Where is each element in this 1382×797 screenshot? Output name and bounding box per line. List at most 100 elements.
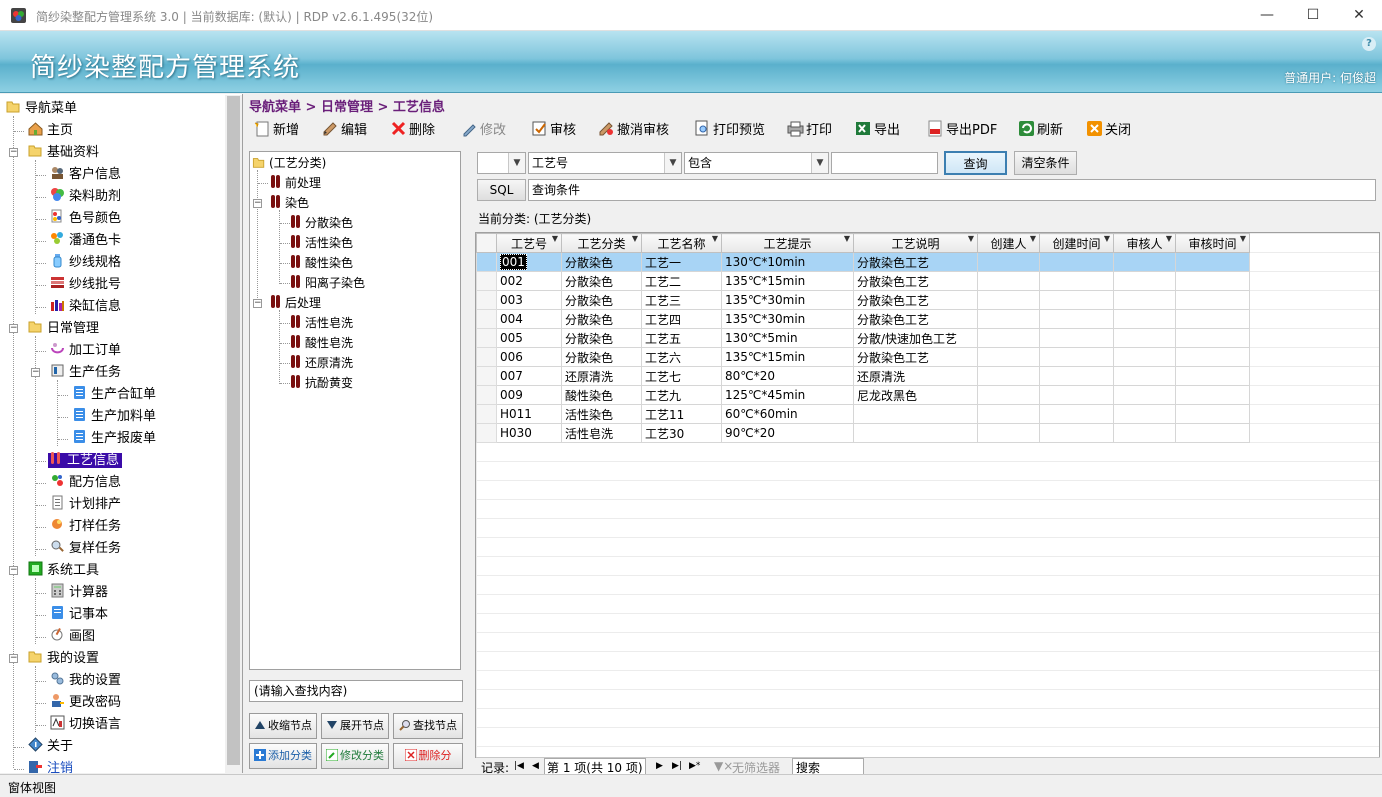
first-record-icon[interactable]: |◀: [514, 761, 524, 771]
table-cell[interactable]: [1039, 423, 1114, 443]
table-cell[interactable]: [1039, 309, 1114, 329]
table-cell[interactable]: 分散染色: [561, 271, 642, 291]
dropdown-icon[interactable]: ▼: [1166, 235, 1172, 244]
add-category-button[interactable]: 添加分类: [249, 743, 317, 769]
unaudit-button[interactable]: 撤消审核: [598, 120, 669, 142]
table-cell[interactable]: [1039, 328, 1114, 348]
table-cell[interactable]: 分散染色工艺: [853, 347, 978, 367]
sql-button[interactable]: SQL: [477, 179, 526, 201]
edit-button[interactable]: 编辑: [322, 120, 367, 142]
table-cell[interactable]: [1113, 252, 1176, 272]
table-cell[interactable]: [977, 328, 1040, 348]
table-cell[interactable]: [1175, 271, 1250, 291]
table-cell[interactable]: [1113, 347, 1176, 367]
table-row[interactable]: 005 分散染色 工艺五 130℃*5min 分散/快速加色工艺: [476, 328, 1250, 348]
nav-item-paint[interactable]: 画图: [50, 626, 95, 648]
dropdown-icon[interactable]: ▼: [1240, 235, 1246, 244]
table-cell[interactable]: [977, 404, 1040, 424]
maximize-button[interactable]: ☐: [1290, 0, 1336, 31]
nav-item-color-codes[interactable]: 色号颜色: [50, 208, 121, 230]
table-cell[interactable]: [1039, 290, 1114, 310]
next-record-icon[interactable]: ▶: [656, 761, 663, 771]
column-header[interactable]: 创建人 ▼: [977, 233, 1040, 253]
audit-button[interactable]: 审核: [531, 120, 576, 142]
row-header[interactable]: [476, 252, 497, 272]
table-cell[interactable]: [1113, 404, 1176, 424]
table-cell[interactable]: [1113, 271, 1176, 291]
modify-button[interactable]: 修改: [461, 120, 506, 142]
table-row[interactable]: 004 分散染色 工艺四 135℃*30min 分散染色工艺: [476, 309, 1250, 329]
nav-item-calculator[interactable]: 计算器: [50, 582, 108, 604]
minimize-button[interactable]: —: [1244, 0, 1290, 31]
category-item[interactable]: 酸性皂洗: [290, 333, 353, 353]
dropdown-icon[interactable]: ▼: [968, 235, 974, 244]
collapse-icon[interactable]: −: [9, 654, 18, 663]
category-item[interactable]: 活性皂洗: [290, 313, 353, 333]
table-cell[interactable]: [977, 252, 1040, 272]
chevron-down-icon[interactable]: ▼: [508, 153, 525, 173]
column-header[interactable]: 工艺号 ▼: [496, 233, 562, 253]
column-header[interactable]: 工艺说明 ▼: [853, 233, 978, 253]
table-cell[interactable]: 工艺七: [641, 366, 722, 386]
table-cell[interactable]: [1175, 309, 1250, 329]
table-row[interactable]: 007 还原清洗 工艺七 80℃*20 还原清洗: [476, 366, 1250, 386]
table-cell[interactable]: 酸性染色: [561, 385, 642, 405]
row-header[interactable]: [476, 423, 497, 443]
table-cell[interactable]: 007: [496, 366, 562, 386]
table-cell[interactable]: 工艺四: [641, 309, 722, 329]
table-cell[interactable]: 活性皂洗: [561, 423, 642, 443]
table-cell[interactable]: 分散染色: [561, 290, 642, 310]
table-cell[interactable]: [853, 423, 978, 443]
column-header[interactable]: 审核时间 ▼: [1175, 233, 1250, 253]
category-item[interactable]: 分散染色: [290, 213, 353, 233]
category-item[interactable]: 活性染色: [290, 233, 353, 253]
table-cell[interactable]: 分散染色: [561, 309, 642, 329]
refresh-button[interactable]: 刷新: [1018, 120, 1063, 142]
table-row[interactable]: 006 分散染色 工艺六 135℃*15min 分散染色工艺: [476, 347, 1250, 367]
table-cell[interactable]: [1175, 404, 1250, 424]
table-cell[interactable]: 60℃*60min: [721, 404, 854, 424]
dropdown-icon[interactable]: ▼: [632, 235, 638, 244]
paren-select[interactable]: ▼: [477, 152, 526, 174]
close-view-button[interactable]: 关闭: [1086, 120, 1131, 142]
table-cell[interactable]: [977, 347, 1040, 367]
table-cell[interactable]: [1175, 385, 1250, 405]
table-cell[interactable]: [977, 385, 1040, 405]
print-preview-button[interactable]: 打印预览: [694, 120, 765, 142]
table-cell[interactable]: [1039, 252, 1114, 272]
nav-item-vat-combine[interactable]: 生产合缸单: [72, 384, 156, 406]
dropdown-icon[interactable]: ▼: [712, 235, 718, 244]
nav-item-dyes[interactable]: 染料助剂: [50, 186, 121, 208]
table-cell[interactable]: 分散染色工艺: [853, 290, 978, 310]
table-cell[interactable]: 工艺11: [641, 404, 722, 424]
modify-category-button[interactable]: 修改分类: [321, 743, 389, 769]
nav-item-customer[interactable]: 客户信息: [50, 164, 121, 186]
close-button[interactable]: ✕: [1336, 0, 1382, 31]
sql-conditions-input[interactable]: 查询条件: [528, 179, 1376, 201]
category-post[interactable]: 后处理: [270, 293, 321, 313]
nav-item-vats[interactable]: 染缸信息: [50, 296, 121, 318]
collapse-icon[interactable]: −: [9, 324, 18, 333]
nav-group-mine[interactable]: 我的设置: [28, 648, 99, 670]
nav-group-basic[interactable]: 基础资料: [28, 142, 99, 164]
nav-root[interactable]: 导航菜单: [6, 98, 77, 120]
table-cell[interactable]: 130℃*5min: [721, 328, 854, 348]
column-header[interactable]: 工艺名称 ▼: [641, 233, 722, 253]
column-header[interactable]: 审核人 ▼: [1113, 233, 1176, 253]
nav-item-yarn-batch[interactable]: 纱线批号: [50, 274, 121, 296]
nav-item-formula[interactable]: 配方信息: [50, 472, 121, 494]
table-row[interactable]: H030 活性皂洗 工艺30 90℃*20: [476, 423, 1250, 443]
clear-conditions-button[interactable]: 清空条件: [1014, 151, 1077, 175]
row-header[interactable]: [476, 385, 497, 405]
nav-item-process-info[interactable]: 工艺信息: [48, 450, 123, 472]
table-cell[interactable]: [1175, 290, 1250, 310]
table-cell[interactable]: 005: [496, 328, 562, 348]
corner-cell[interactable]: [476, 233, 497, 253]
table-cell[interactable]: [1113, 290, 1176, 310]
dropdown-icon[interactable]: ▼: [1104, 235, 1110, 244]
table-cell[interactable]: 工艺30: [641, 423, 722, 443]
row-header[interactable]: [476, 290, 497, 310]
query-button[interactable]: 查询: [944, 151, 1007, 175]
table-cell[interactable]: 工艺一: [641, 252, 722, 272]
table-cell[interactable]: 尼龙改黑色: [853, 385, 978, 405]
